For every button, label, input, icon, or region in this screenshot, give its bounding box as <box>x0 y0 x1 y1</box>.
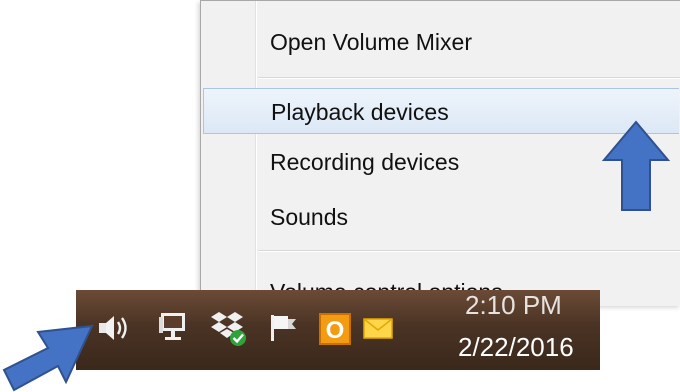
diagonal-arrow-annotation <box>2 324 94 392</box>
menu-item-label: Playback devices <box>271 99 449 125</box>
menu-item-label: Open Volume Mixer <box>270 29 472 55</box>
menu-separator <box>258 77 680 79</box>
up-arrow-annotation <box>601 120 671 211</box>
dropbox-icon[interactable] <box>210 308 250 348</box>
menu-item-label: Sounds <box>270 204 349 230</box>
mail-envelope-icon[interactable] <box>362 316 396 342</box>
menu-separator <box>258 250 680 252</box>
menu-item-open-volume-mixer[interactable]: Open Volume Mixer <box>203 19 679 65</box>
network-icon[interactable] <box>158 310 192 346</box>
svg-text:O: O <box>326 317 345 344</box>
action-center-flag-icon[interactable] <box>268 312 300 344</box>
taskbar-clock-time[interactable]: 2:10 PM <box>465 290 562 321</box>
taskbar-clock-date[interactable]: 2/22/2016 <box>458 332 574 363</box>
speaker-icon[interactable] <box>98 312 132 344</box>
menu-item-label: Recording devices <box>270 149 460 175</box>
outlook-icon[interactable]: O <box>318 312 352 346</box>
